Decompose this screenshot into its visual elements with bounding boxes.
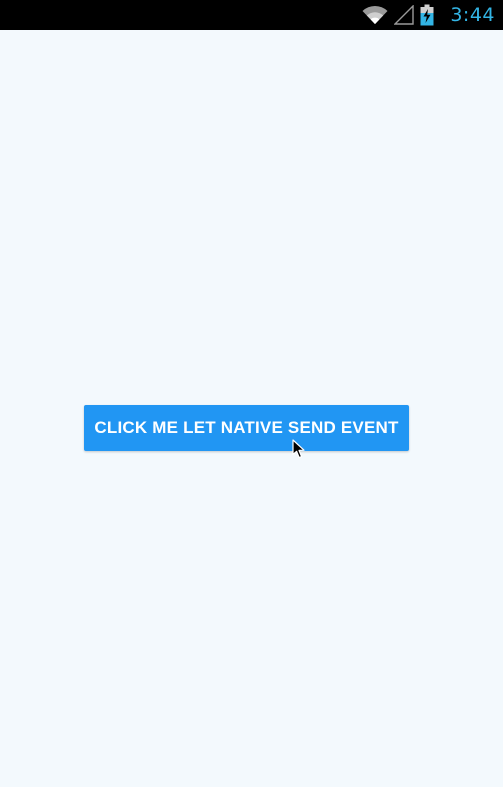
native-send-event-button[interactable]: Click me let native send event	[84, 405, 409, 451]
status-icons: 3:44	[362, 0, 495, 30]
wifi-icon	[362, 5, 388, 25]
status-bar: 3:44	[0, 0, 503, 30]
mouse-pointer-icon	[292, 439, 305, 459]
cell-signal-icon	[394, 5, 415, 25]
app-content: Click me let native send event	[0, 30, 503, 787]
status-clock: 3:44	[450, 4, 495, 26]
battery-charging-icon	[420, 4, 434, 26]
